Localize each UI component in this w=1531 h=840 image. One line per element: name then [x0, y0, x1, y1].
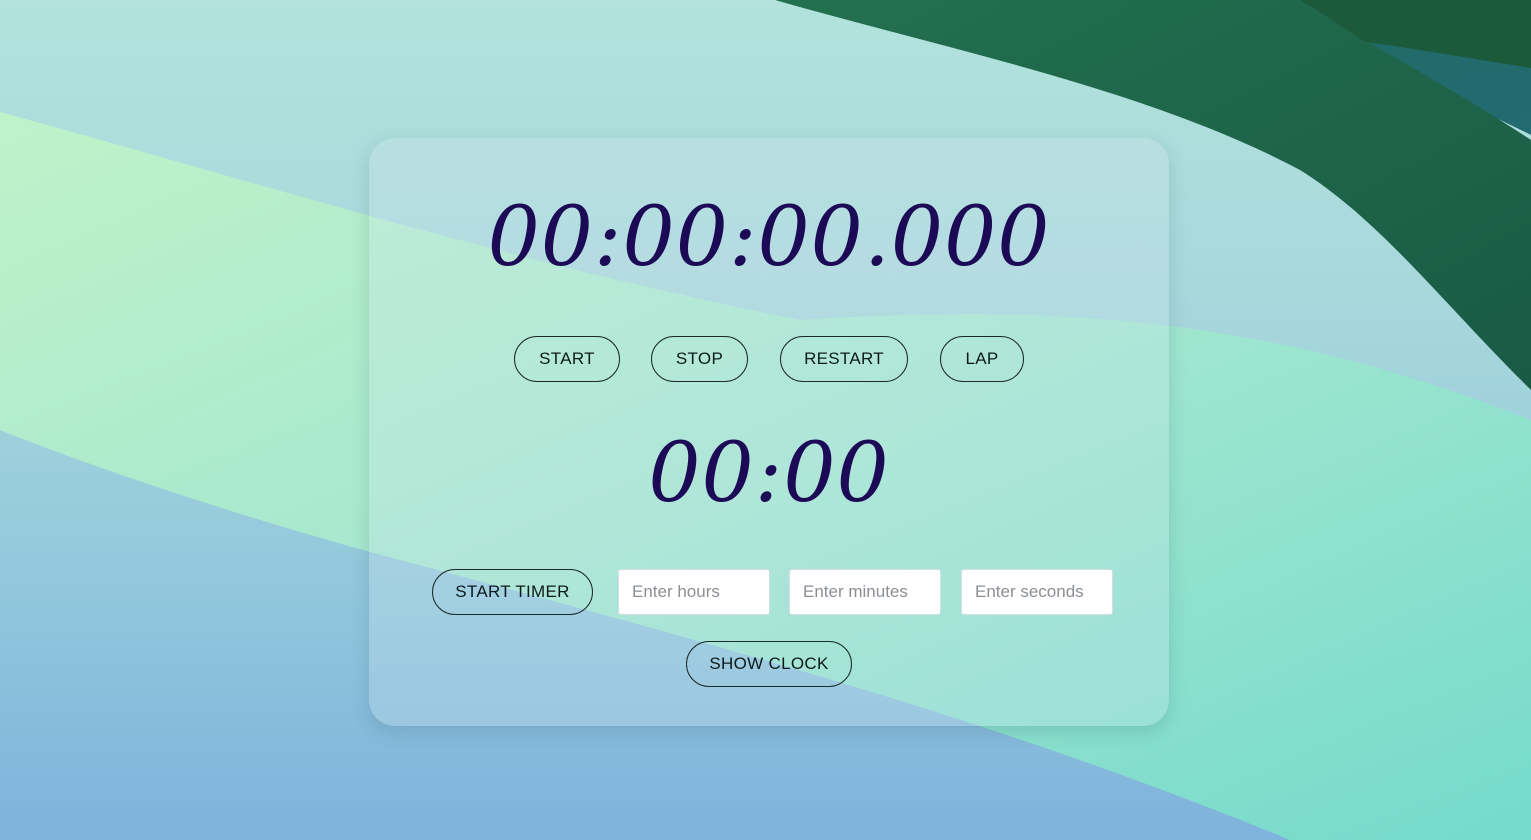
stopwatch-card: 00:00:00.000 START STOP RESTART LAP 00:0… [369, 138, 1169, 726]
stopwatch-display: 00:00:00.000 [487, 190, 1051, 285]
stop-button[interactable]: STOP [651, 336, 748, 382]
show-clock-button[interactable]: SHOW CLOCK [686, 641, 852, 687]
seconds-input[interactable] [961, 569, 1113, 615]
restart-button[interactable]: RESTART [780, 336, 908, 382]
lap-button[interactable]: LAP [940, 336, 1024, 382]
start-timer-button[interactable]: START TIMER [432, 569, 593, 615]
hours-input[interactable] [618, 569, 770, 615]
start-button[interactable]: START [514, 336, 620, 382]
timer-display: 00:00 [648, 426, 890, 521]
minutes-input[interactable] [789, 569, 941, 615]
